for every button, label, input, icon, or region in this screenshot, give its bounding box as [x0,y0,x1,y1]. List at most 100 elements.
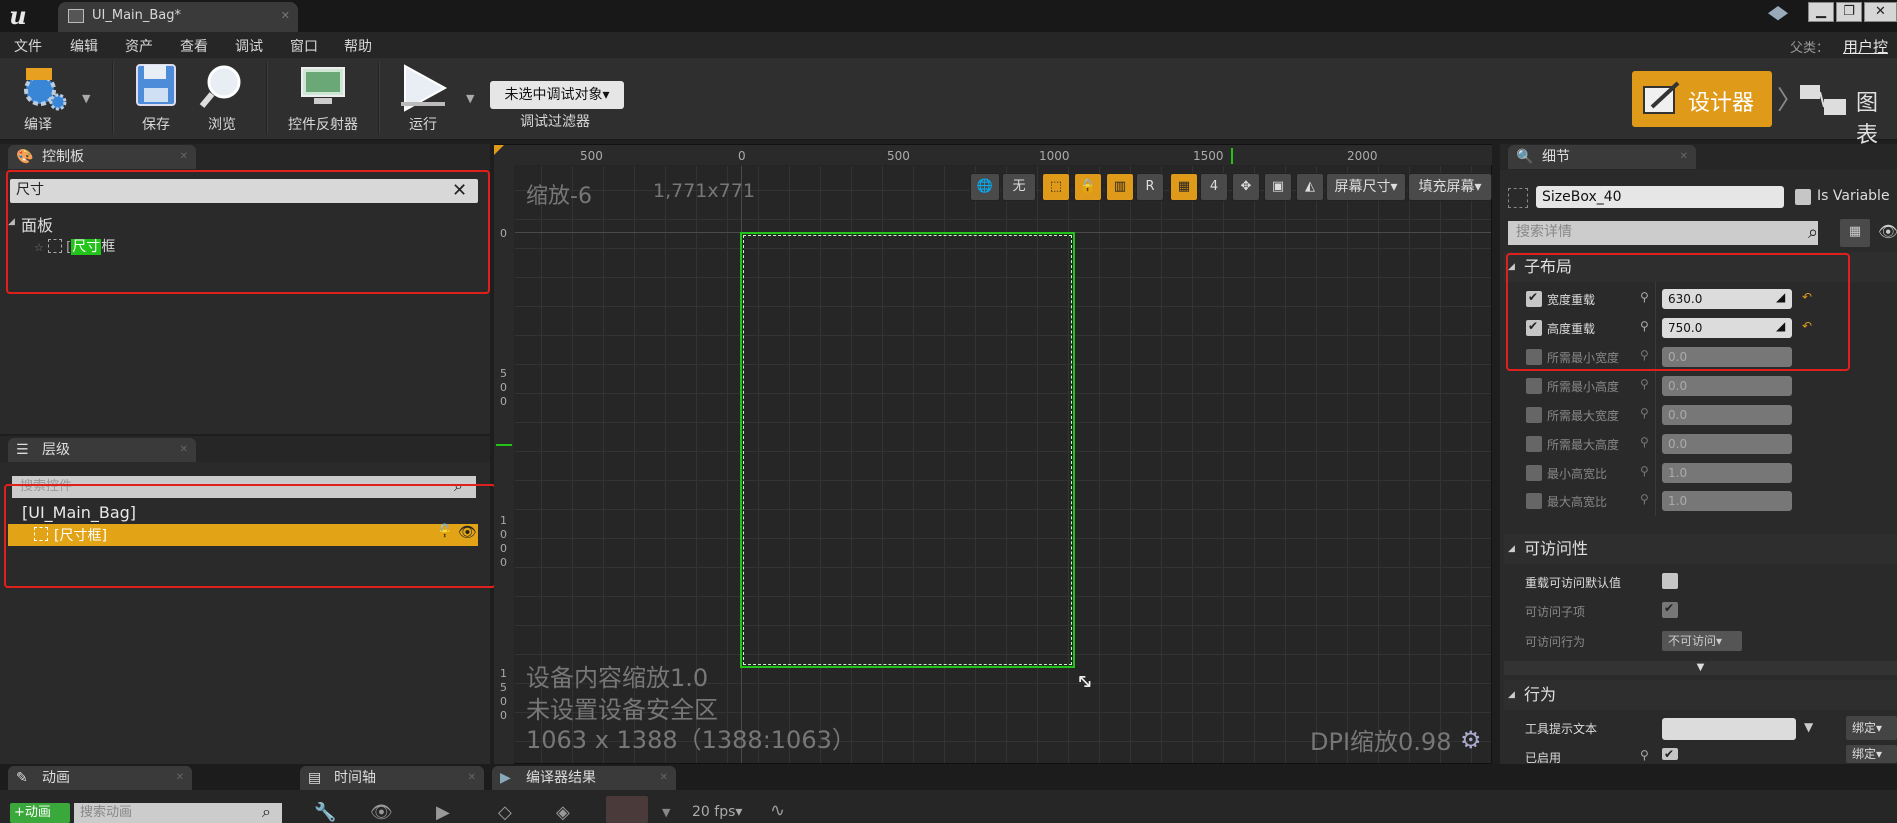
localization-preview-button[interactable]: 无 [1002,173,1036,201]
tab-timeline[interactable]: ▤ 时间轴 ✕ [300,766,484,790]
menu-edit[interactable]: 编辑 [70,36,98,56]
enabled-bind-button[interactable]: 绑定▾ [1846,745,1897,763]
close-compiler-icon[interactable]: ✕ [660,766,668,790]
override-accessible-checkbox[interactable] [1662,573,1678,589]
close-palette-icon[interactable]: ✕ [180,145,188,169]
tag-icon[interactable]: ◈ [556,802,570,823]
tab-animations[interactable]: ✎ 动画 ✕ [8,766,192,790]
run-dropdown-icon[interactable]: ▼ [466,92,474,105]
tooltip-text-field[interactable] [1662,718,1796,740]
max-desired-width-checkbox[interactable] [1526,407,1542,423]
minimize-button[interactable]: ▁ [1808,2,1834,22]
tab-palette[interactable]: 🎨 控制板 ✕ [8,145,196,169]
add-animation-button[interactable]: +动画 [10,803,70,823]
compile-dropdown-icon[interactable]: ▼ [82,92,90,105]
world-globe-button[interactable]: 🌐 [970,173,1000,201]
compile-button[interactable]: 编译 [6,62,78,136]
menu-window[interactable]: 窗口 [290,36,318,56]
section-behavior[interactable]: 行为 [1504,680,1897,710]
ruler-top-tick: 1500 [1193,149,1224,163]
advanced-expand-button[interactable]: ▼ [1504,661,1897,675]
render-toggle-button[interactable]: R [1136,173,1164,201]
image-button[interactable]: ▣ [1264,173,1292,201]
bind-property-icon[interactable]: ⚲ [1640,406,1649,420]
unreal-logo-icon[interactable]: u [4,2,32,30]
parent-class-link[interactable]: 用户控 [1843,36,1888,57]
max-desired-width-field[interactable]: 0.0 [1662,405,1792,425]
close-tab-icon[interactable]: ✕ [281,2,290,30]
animation-search-input[interactable]: 搜索动画 [74,803,282,823]
tooltip-dropdown-icon[interactable]: ▼ [1804,720,1813,734]
widget-name-field[interactable]: SizeBox_40 [1536,186,1784,208]
max-aspect-checkbox[interactable] [1526,493,1542,509]
details-search-input[interactable]: 搜索详情 [1508,221,1818,245]
max-desired-height-field[interactable]: 0.0 [1662,434,1792,454]
bind-property-icon[interactable]: ⚲ [1640,435,1649,449]
tooltip-bind-button[interactable]: 绑定▾ [1846,716,1897,740]
eye-icon[interactable]: 👁 [370,802,393,823]
move-mode-button[interactable]: ✥ [1232,173,1260,201]
sizebox-widget-selection[interactable] [740,232,1075,668]
respect-locks-button[interactable]: 🔒 [1074,173,1102,201]
menu-view[interactable]: 查看 [180,36,208,56]
menu-asset[interactable]: 资产 [125,36,153,56]
hierarchy-list-icon: ☰ [16,442,29,458]
menu-help[interactable]: 帮助 [344,36,372,56]
browse-button[interactable]: 浏览 [194,62,250,136]
close-window-button[interactable]: ✕ [1864,2,1897,22]
run-button[interactable]: 运行 [390,62,456,136]
max-aspect-field[interactable]: 1.0 [1662,491,1792,511]
graph-mode-button[interactable]: 图表 [1796,71,1897,148]
accessible-behavior-dropdown[interactable]: 不可访问▾ [1662,631,1742,651]
globe-icon: 🌐 [976,179,994,194]
menu-file[interactable]: 文件 [14,36,42,56]
max-desired-height-checkbox[interactable] [1526,436,1542,452]
dpi-settings-gear-icon[interactable]: ⚙ [1460,726,1482,754]
close-timeline-icon[interactable]: ✕ [468,766,476,790]
outline-toggle-button[interactable]: ⬚ [1042,173,1070,201]
min-desired-height-checkbox[interactable] [1526,378,1542,394]
curve-icon[interactable]: ∿ [770,800,785,821]
min-aspect-field[interactable]: 1.0 [1662,463,1792,483]
close-details-icon[interactable]: ✕ [1680,145,1688,169]
play-icon[interactable]: ▶ [436,802,450,823]
bind-property-icon[interactable]: ⚲ [1640,377,1649,391]
wrench-icon[interactable]: 🔧 [314,802,336,823]
key-icon[interactable]: ◇ [498,802,512,823]
layout-toggle-button[interactable]: ▥ [1106,173,1134,201]
grid-size-selector[interactable]: 4 [1200,173,1228,201]
save-button[interactable]: 保存 [128,62,184,136]
enabled-checkbox[interactable] [1662,747,1678,761]
screen-size-dropdown[interactable]: 屏幕尺寸▾ [1326,173,1406,201]
bind-property-icon[interactable]: ⚲ [1640,748,1649,762]
accessible-children-checkbox[interactable] [1662,601,1678,618]
designer-mode-button[interactable]: 设计器 [1632,71,1772,127]
maximize-button[interactable]: ❐ [1836,2,1862,22]
document-tab[interactable]: UI_Main_Bag* ✕ [58,2,298,32]
close-hierarchy-icon[interactable]: ✕ [180,438,188,462]
debug-object-select[interactable]: 未选中调试对象▾ [490,81,624,109]
is-variable-checkbox[interactable] [1795,189,1811,205]
widget-blueprint-icon [68,9,84,23]
tab-hierarchy[interactable]: ☰ 层级 ✕ [8,438,196,462]
menu-debug[interactable]: 调试 [235,36,263,56]
section-accessibility[interactable]: 可访问性 [1504,534,1897,564]
tab-details[interactable]: 🔍 细节 ✕ [1508,145,1696,169]
bind-property-icon[interactable]: ⚲ [1640,464,1649,478]
property-matrix-button[interactable]: ▦ [1840,219,1870,247]
bind-property-icon[interactable]: ⚲ [1640,492,1649,506]
record-dropdown-icon[interactable]: ▼ [662,806,670,819]
visibility-eye-icon[interactable]: 👁 [1878,222,1897,241]
flip-button[interactable]: ◭ [1296,173,1324,201]
record-button[interactable] [606,796,648,823]
min-aspect-checkbox[interactable] [1526,465,1542,481]
debug-filter-label: 调试过滤器 [520,114,590,130]
grid-snap-button[interactable]: ▦ [1170,173,1198,201]
zoom-label: 缩放-6 [526,184,592,209]
tab-compiler-results[interactable]: ▶ 编译器结果 ✕ [492,766,676,790]
fps-dropdown[interactable]: 20 fps▾ [692,804,742,820]
close-animations-icon[interactable]: ✕ [176,766,184,790]
min-desired-height-field[interactable]: 0.0 [1662,376,1792,396]
widget-reflector-button[interactable]: 控件反射器 [278,62,368,136]
fill-screen-dropdown[interactable]: 填充屏幕▾ [1408,173,1492,201]
